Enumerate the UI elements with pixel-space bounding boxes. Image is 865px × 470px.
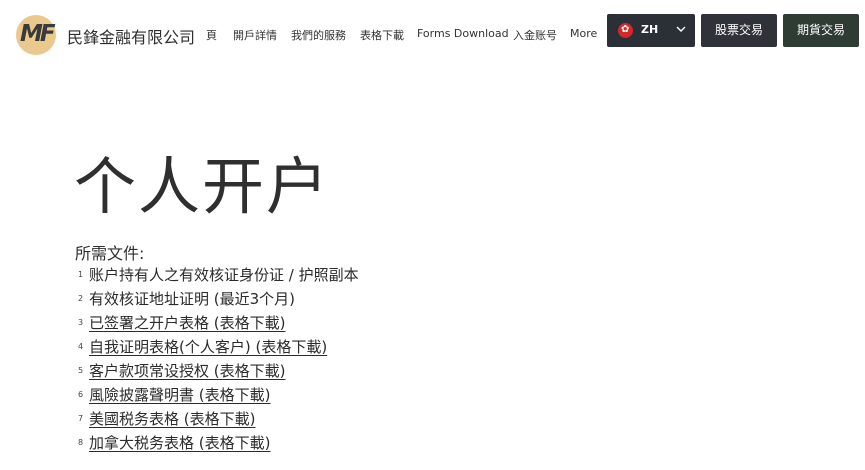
nav-item-more[interactable]: More: [570, 27, 597, 40]
list-item-number: 4: [78, 342, 84, 351]
list-item: 2 有效核证地址证明 (最近3个月): [78, 288, 359, 312]
list-item[interactable]: 6 風險披露聲明書 (表格下載): [78, 384, 359, 408]
list-item-number: 1: [78, 270, 84, 279]
nav-item-home[interactable]: 頁: [206, 27, 217, 43]
list-item-number: 3: [78, 318, 84, 327]
form-download-link[interactable]: 風險披露聲明書 (表格下載): [89, 386, 270, 404]
list-item[interactable]: 7 美國税务表格 (表格下載): [78, 408, 359, 432]
list-item-number: 2: [78, 294, 84, 303]
nav-item-forms-download[interactable]: Forms Download: [417, 27, 509, 40]
list-item[interactable]: 5 客户款项常设授权 (表格下載): [78, 360, 359, 384]
list-item[interactable]: 3 已签署之开户表格 (表格下載): [78, 312, 359, 336]
list-item-text: 有效核证地址证明 (最近3个月): [89, 290, 296, 308]
stock-trading-button[interactable]: 股票交易: [701, 14, 777, 47]
required-documents-label: 所需文件:: [75, 244, 145, 263]
page-title: 个人开户: [74, 150, 331, 223]
form-download-link[interactable]: 已签署之开户表格 (表格下載): [89, 314, 285, 332]
futures-trading-button[interactable]: 期貨交易: [783, 14, 859, 47]
list-item-number: 8: [78, 438, 84, 447]
company-logo[interactable]: MF: [14, 14, 64, 56]
form-download-link[interactable]: 美國税务表格 (表格下載): [89, 410, 255, 428]
form-download-link[interactable]: 客户款项常设授权 (表格下載): [89, 362, 285, 380]
list-item-number: 5: [78, 366, 84, 375]
chevron-down-icon: [676, 26, 686, 32]
list-item[interactable]: 4 自我证明表格(个人客户) (表格下載): [78, 336, 359, 360]
nav-item-forms[interactable]: 表格下載: [360, 27, 404, 43]
nav-item-account-opening[interactable]: 開戶詳情: [233, 27, 277, 43]
logo-mark-icon: MF: [14, 14, 64, 56]
list-item-number: 6: [78, 390, 84, 399]
list-item-number: 7: [78, 414, 84, 423]
hong-kong-flag-icon: ✿: [618, 23, 633, 38]
list-item-text: 账户持有人之有效核证身份证 / 护照副本: [89, 266, 359, 284]
language-code: ZH: [641, 23, 659, 36]
company-name[interactable]: 民鋒金融有限公司: [67, 24, 195, 48]
required-documents-list: 1 账户持有人之有效核证身份证 / 护照副本 2 有效核证地址证明 (最近3个月…: [78, 264, 359, 456]
language-selector[interactable]: ✿ ZH: [607, 14, 695, 47]
form-download-link[interactable]: 自我证明表格(个人客户) (表格下載): [89, 338, 327, 356]
list-item[interactable]: 8 加拿大税务表格 (表格下載): [78, 432, 359, 456]
list-item: 1 账户持有人之有效核证身份证 / 护照副本: [78, 264, 359, 288]
nav-item-deposit-account[interactable]: 入金账号: [513, 27, 557, 43]
nav-item-services[interactable]: 我們的服務: [291, 27, 346, 43]
form-download-link[interactable]: 加拿大税务表格 (表格下載): [89, 434, 270, 452]
site-header: MF 民鋒金融有限公司 頁 開戶詳情 我們的服務 表格下載 Forms Down…: [0, 0, 865, 70]
